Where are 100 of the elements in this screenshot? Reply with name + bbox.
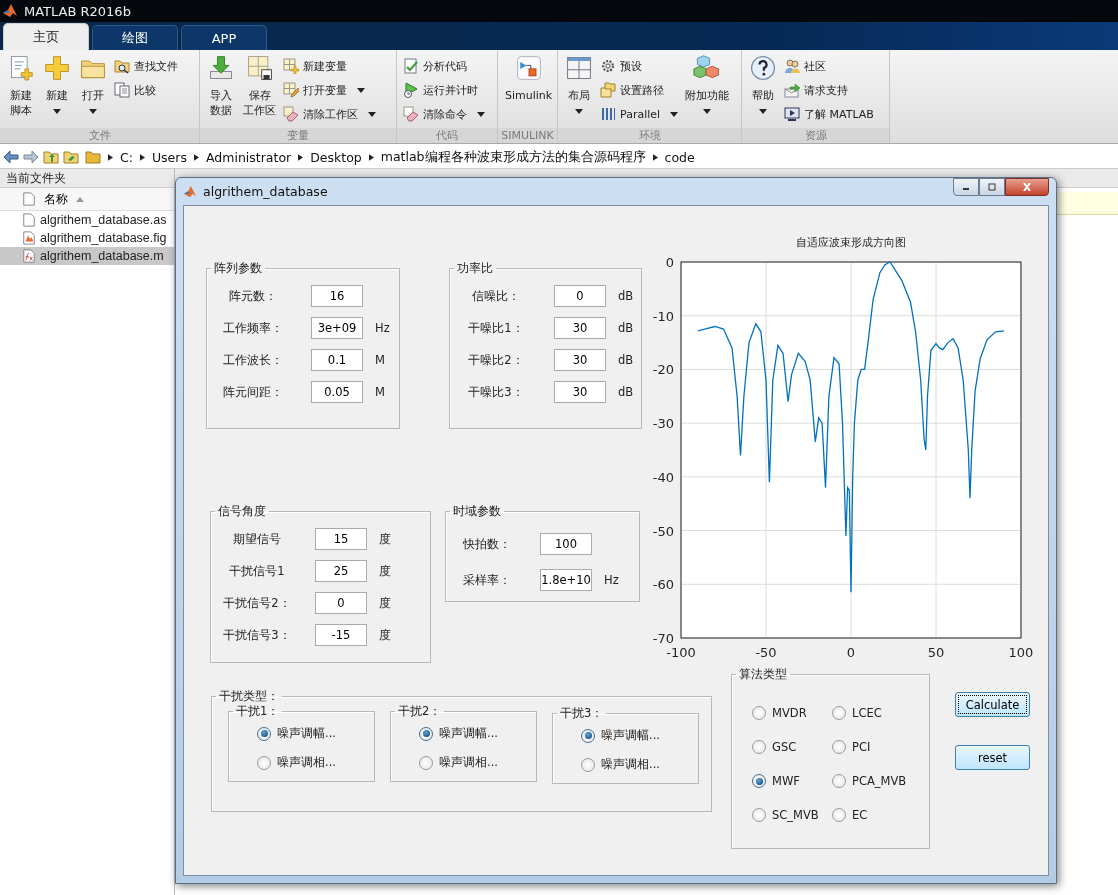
file-row[interactable]: algrithem_database.fig [0, 229, 174, 247]
maximize-button[interactable] [979, 178, 1005, 196]
input-field[interactable]: 16 [311, 285, 363, 307]
radio-button[interactable] [257, 755, 271, 770]
radio-label: EC [852, 808, 868, 822]
radio-label: 噪声调幅... [601, 728, 660, 743]
radio-label: 噪声调幅... [277, 726, 336, 741]
toolstrip-button[interactable]: 设置路径 [598, 78, 681, 102]
toolstrip-button[interactable]: 保存 工作区 [240, 54, 279, 128]
field-label: 阵元间距： [222, 384, 284, 400]
toolstrip-button[interactable]: 新建 脚本 [4, 54, 38, 128]
push-button[interactable]: Calculate [955, 692, 1030, 717]
group-label: 代码 [397, 128, 497, 143]
unit-label: dB [618, 385, 635, 399]
people-icon [784, 58, 800, 74]
unit-label: M [375, 353, 386, 367]
toolstrip-button[interactable]: 社区 [782, 54, 876, 78]
radio-button[interactable] [832, 740, 846, 754]
input-field[interactable]: 0 [315, 592, 367, 614]
toolstrip-button[interactable]: 导入 数据 [204, 54, 238, 128]
tick-label: 0 [665, 255, 674, 270]
push-button[interactable]: reset [955, 745, 1030, 770]
eraser-icon [403, 106, 419, 122]
matlab-logo-icon [2, 3, 18, 19]
toolstrip-button[interactable]: 查找文件 [112, 54, 180, 78]
panel-title: 信号角度 [217, 504, 267, 519]
radio-button[interactable] [832, 774, 846, 788]
close-button[interactable] [1005, 178, 1049, 196]
input-field[interactable]: 0.1 [311, 349, 363, 371]
input-field[interactable]: 30 [554, 381, 606, 403]
path-breadcrumb[interactable]: C: [120, 149, 133, 165]
radio-button[interactable] [752, 706, 766, 720]
toolstrip-button[interactable]: 打开 [76, 54, 110, 128]
forward-arrow-icon[interactable] [23, 149, 39, 165]
toolstrip-button[interactable]: 分析代码 [401, 54, 487, 78]
unit-label: 度 [379, 531, 392, 547]
radio-button[interactable] [752, 740, 766, 754]
input-field[interactable]: 1.8e+10 [540, 569, 592, 591]
group-label: 资源 [742, 128, 889, 143]
back-arrow-icon[interactable] [3, 149, 19, 165]
monitor-play-icon [784, 106, 800, 122]
document-file-icon [22, 213, 36, 227]
separator-arrow-icon [108, 153, 113, 161]
toolstrip-button[interactable]: 比较 [112, 78, 180, 102]
path-breadcrumb[interactable]: code [664, 149, 695, 165]
file-row[interactable]: algrithem_database.as [0, 211, 174, 229]
radio-button[interactable] [419, 755, 433, 770]
column-header[interactable]: 名称 [44, 190, 68, 208]
radio-button[interactable] [581, 728, 595, 743]
path-breadcrumb[interactable]: Users [151, 149, 187, 165]
toolstrip-button[interactable]: 帮助 [746, 54, 780, 128]
input-field[interactable]: 25 [315, 560, 367, 582]
radio-button[interactable] [581, 757, 595, 772]
separator-arrow-icon [298, 153, 304, 161]
radio-button[interactable] [257, 726, 271, 741]
input-field[interactable]: -15 [315, 624, 367, 646]
toolstrip-button[interactable]: 预设 [598, 54, 681, 78]
input-field[interactable]: 0 [554, 285, 606, 307]
toolstrip-button[interactable]: Parallel [598, 102, 681, 126]
path-breadcrumb[interactable]: Desktop [310, 149, 362, 165]
input-field[interactable]: 0.05 [311, 381, 363, 403]
ribbon-tab[interactable]: 主页 [3, 23, 89, 50]
minimize-button[interactable] [953, 178, 979, 196]
path-breadcrumb[interactable]: Administrator [205, 149, 292, 165]
radio-button[interactable] [832, 706, 846, 720]
file-icon [22, 192, 36, 206]
radio-button[interactable] [419, 726, 433, 741]
input-field[interactable]: 3e+09 [311, 317, 363, 339]
field-label: 干噪比3： [467, 384, 525, 400]
ribbon-tab[interactable]: APP [181, 25, 267, 50]
toolstrip-button[interactable]: 清除命令 [401, 102, 487, 126]
toolstrip-button[interactable]: 请求支持 [782, 78, 876, 102]
ribbon-tab[interactable]: 绘图 [92, 25, 178, 50]
toolstrip-button[interactable]: 打开变量 [281, 78, 378, 102]
up-folder-icon[interactable] [43, 149, 59, 165]
block-diagram-icon [514, 54, 543, 82]
radio-button[interactable] [752, 774, 766, 788]
tick-label: -30 [652, 416, 674, 432]
toolstrip-button[interactable]: 新建变量 [281, 54, 378, 78]
toolstrip-button[interactable]: Simulink [502, 54, 556, 128]
toolstrip-button[interactable]: 运行并计时 [401, 78, 487, 102]
input-field[interactable]: 30 [554, 349, 606, 371]
tick-label: 0 [846, 645, 856, 660]
input-field[interactable]: 100 [540, 533, 592, 555]
input-field[interactable]: 15 [315, 528, 367, 550]
toolstrip-button[interactable]: 新建 [40, 54, 74, 128]
radio-button[interactable] [832, 808, 846, 822]
mail-arrow-icon [784, 82, 800, 98]
app-title: MATLAB R2016b [24, 3, 131, 19]
file-row[interactable]: algrithem_database.m [0, 247, 174, 265]
toolstrip-button[interactable]: 了解 MATLAB [782, 102, 876, 126]
sort-arrow-icon [76, 196, 84, 202]
radio-label: PCI [852, 740, 871, 754]
toolstrip-button[interactable]: 布局 [562, 54, 596, 128]
input-field[interactable]: 30 [554, 317, 606, 339]
toolstrip-button[interactable]: 清除工作区 [281, 102, 378, 126]
toolstrip-button[interactable]: 附加功能 [682, 54, 733, 128]
path-breadcrumb[interactable]: matlab编程各种波束形成方法的集合源码程序 [380, 148, 646, 166]
browse-folder-icon[interactable] [63, 149, 79, 165]
radio-button[interactable] [752, 808, 766, 822]
